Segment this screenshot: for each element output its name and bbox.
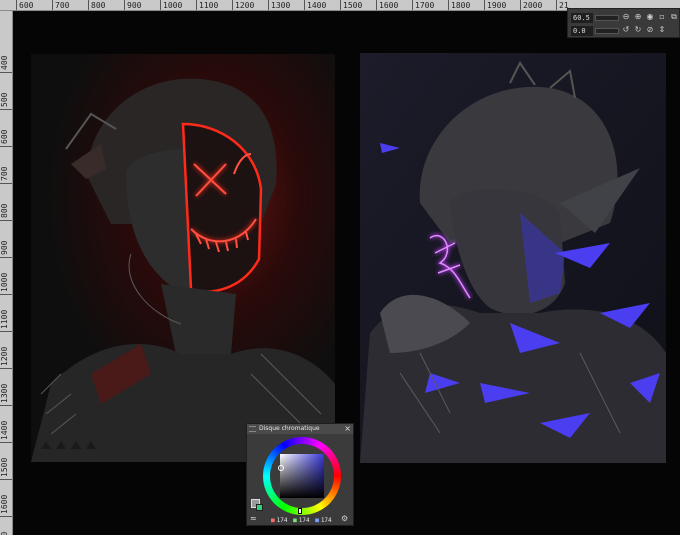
green-value: 174 — [298, 517, 310, 524]
saturation-value-square[interactable] — [280, 454, 324, 498]
panel-title[interactable]: Disque chromatique — [247, 424, 353, 434]
rotate-right-icon[interactable]: ↻ — [633, 25, 643, 35]
color-wheel-panel: Disque chromatique × ≈ ■ 174 ■ 174 ■ 174 ⚙ — [246, 423, 354, 526]
artwork-blue-figure[interactable] — [360, 53, 666, 463]
color-picker-cursor[interactable] — [278, 465, 284, 471]
ruler-tick: 1000 — [160, 0, 182, 10]
artwork-red-mask[interactable] — [31, 54, 335, 462]
zoom-in-icon[interactable]: ⊕ — [633, 12, 643, 22]
fit-icon[interactable]: ◉ — [645, 12, 655, 22]
zoom-field[interactable]: 60.5 — [571, 13, 593, 23]
flip-vertical-icon[interactable]: ⇕ — [657, 25, 667, 35]
ruler-tick: 1900 — [484, 0, 506, 10]
ruler-tick: 700 — [0, 144, 12, 184]
ruler-tick: 1400 — [304, 0, 326, 10]
blue-value: 174 — [320, 517, 332, 524]
zoom-slider[interactable] — [595, 15, 619, 21]
vertical-ruler: 400 500 600 700 800 900 1000 1100 1200 1… — [0, 11, 13, 535]
rgb-readout: ■ 174 ■ 174 ■ 174 — [271, 517, 332, 524]
ruler-tick: 700 — [52, 0, 69, 10]
ruler-tick: 1500 — [340, 0, 362, 10]
ruler-tick: 1600 — [0, 477, 12, 517]
ruler-tick: 1300 — [0, 366, 12, 406]
flip-horizontal-icon[interactable]: ⧉ — [669, 12, 679, 22]
ruler-tick: 1200 — [0, 329, 12, 369]
gear-icon[interactable]: ⚙ — [341, 515, 349, 523]
rotate-left-icon[interactable]: ↺ — [621, 25, 631, 35]
ruler-tick: 1000 — [0, 255, 12, 295]
ruler-tick: 1800 — [448, 0, 470, 10]
wave-icon[interactable]: ≈ — [250, 515, 262, 523]
rotation-field[interactable]: 0.0 — [571, 26, 593, 36]
ruler-tick: 900 — [0, 218, 12, 258]
ruler-tick: 1200 — [232, 0, 254, 10]
ruler-tick: 800 — [88, 0, 105, 10]
reset-icon[interactable]: ▫ — [657, 12, 667, 22]
reset-rotation-icon[interactable]: ⊘ — [645, 25, 655, 35]
hue-marker[interactable] — [298, 508, 302, 514]
ruler-tick: 2000 — [520, 0, 542, 10]
ruler-tick: 1700 — [412, 0, 434, 10]
ruler-tick: 900 — [124, 0, 141, 10]
ruler-tick: 600 — [16, 0, 33, 10]
ruler-tick: 1100 — [196, 0, 218, 10]
rotation-slider[interactable] — [595, 28, 619, 34]
sub-color-swatch[interactable] — [256, 504, 263, 511]
ruler-tick: 500 — [0, 70, 12, 110]
ruler-tick: 1500 — [0, 440, 12, 480]
ruler-tick: 1300 — [268, 0, 290, 10]
ruler-tick: 800 — [0, 181, 12, 221]
navigator-panel: 60.5 0.0 ⊖ ⊕ ◉ ▫ ⧉ ↺ ↻ ⊘ ⇕ — [567, 8, 680, 38]
red-value: 174 — [276, 517, 288, 524]
ruler-tick: 1600 — [376, 0, 398, 10]
close-icon[interactable]: × — [344, 424, 351, 434]
red-mask-illustration — [31, 54, 335, 462]
ruler-tick: 1700 — [0, 514, 12, 535]
grip-icon[interactable] — [249, 426, 256, 432]
ruler-tick: 400 — [0, 33, 12, 73]
ruler-tick: 1400 — [0, 403, 12, 443]
ruler-tick: 1100 — [0, 292, 12, 332]
zoom-out-icon[interactable]: ⊖ — [621, 12, 631, 22]
blue-figure-illustration — [360, 53, 666, 463]
ruler-tick: 600 — [0, 107, 12, 147]
